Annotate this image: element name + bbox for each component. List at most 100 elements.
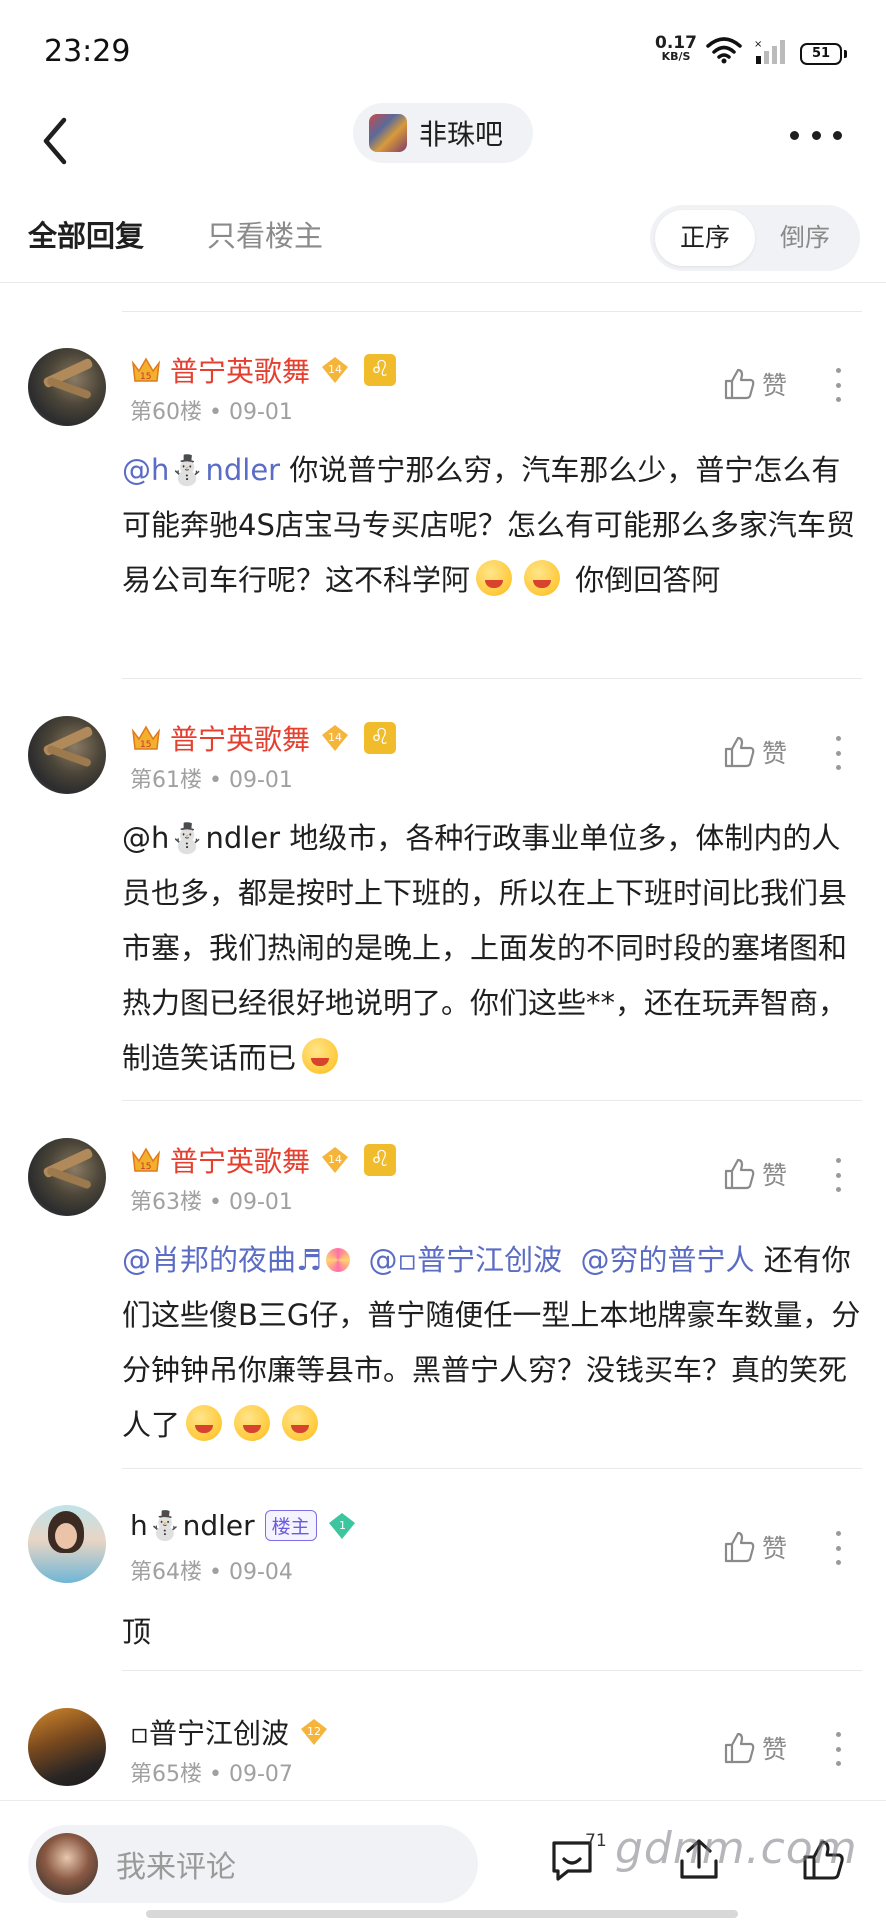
divider	[0, 282, 886, 283]
status-time: 23:29	[44, 34, 131, 69]
like-label: 赞	[762, 739, 788, 768]
svg-text:14: 14	[328, 363, 342, 376]
mention-link[interactable]: @穷的普宁人	[581, 1243, 755, 1277]
forum-thumbnail	[369, 114, 407, 152]
svg-text:15: 15	[140, 372, 151, 382]
emoji-icon	[302, 1038, 339, 1074]
sort-toggle: 正序 倒序	[650, 205, 860, 271]
forum-chip[interactable]: 非珠吧	[353, 103, 533, 163]
sort-descending-button[interactable]: 倒序	[755, 210, 855, 266]
post-meta: 第65楼 • 09-07	[130, 1762, 293, 1787]
divider	[122, 311, 862, 312]
username[interactable]: 普宁英歌舞	[170, 350, 310, 390]
level-badge-icon: 12	[300, 1719, 327, 1745]
wifi-icon	[706, 37, 742, 64]
avatar[interactable]	[28, 348, 106, 426]
floor-number: 第64楼	[130, 1560, 202, 1585]
post-menu-icon[interactable]	[834, 368, 842, 402]
tab-owner-only[interactable]: 只看楼主	[207, 213, 323, 255]
username[interactable]: h⛄ndler	[130, 1509, 255, 1542]
thumbs-up-icon	[724, 368, 755, 400]
crown-icon: 15	[131, 357, 161, 382]
bottom-bar: 我来评论 71 gdnm.com	[0, 1800, 886, 1920]
divider	[122, 1100, 862, 1101]
post-meta: 第60楼 • 09-01	[130, 400, 293, 425]
post-date: 09-01	[228, 400, 293, 425]
mention-link[interactable]: @h⛄ndler	[122, 453, 280, 487]
level-badge-icon: 1	[328, 1512, 355, 1539]
like-button[interactable]: 赞	[722, 366, 787, 402]
leo-badge-icon: ♌	[364, 1144, 397, 1176]
post-content: 顶	[122, 1605, 862, 1660]
emoji-icon	[524, 560, 561, 596]
watermark-text: gdnm.com	[615, 1823, 858, 1874]
emoji-icon	[282, 1405, 319, 1441]
post-text: 顶	[122, 1615, 152, 1649]
post-date: 09-04	[228, 1560, 293, 1585]
leo-badge-icon: ♌	[364, 354, 397, 386]
forum-name: 非珠吧	[419, 118, 504, 151]
status-bar: 23:29 0.17 KB/S × 51	[0, 0, 886, 100]
like-button[interactable]: 赞	[722, 1156, 787, 1192]
svg-text:×: ×	[754, 39, 762, 50]
avatar[interactable]	[28, 716, 106, 794]
divider	[122, 678, 862, 679]
floor-number: 第60楼	[130, 400, 202, 425]
like-label: 赞	[762, 1735, 788, 1764]
floor-number: 第63楼	[130, 1190, 202, 1215]
back-arrow-icon[interactable]	[36, 112, 76, 170]
network-speed-value: 0.17	[655, 33, 697, 53]
like-label: 赞	[762, 1534, 788, 1563]
like-button[interactable]: 赞	[722, 734, 787, 770]
like-button[interactable]: 赞	[722, 1730, 787, 1766]
battery-indicator: 51	[800, 43, 847, 65]
comment-count: 71	[585, 1831, 607, 1851]
crown-icon: 15	[131, 1147, 161, 1172]
post-menu-icon[interactable]	[834, 1732, 842, 1766]
post-menu-icon[interactable]	[834, 1531, 842, 1565]
floor-number: 第61楼	[130, 768, 202, 793]
mention-link[interactable]: @肖邦的夜曲♬	[122, 1243, 322, 1277]
post-menu-icon[interactable]	[834, 736, 842, 770]
network-speed: 0.17 KB/S	[652, 33, 700, 64]
cell-signal-icon: ×	[754, 39, 785, 64]
username[interactable]: ▫普宁江创波	[130, 1712, 289, 1752]
reply-tabs: 全部回复 只看楼主 正序 倒序	[0, 205, 886, 285]
post-date: 09-01	[228, 1190, 293, 1215]
svg-text:14: 14	[328, 731, 342, 744]
like-label: 赞	[762, 371, 788, 400]
avatar[interactable]	[28, 1708, 106, 1786]
username[interactable]: 普宁英歌舞	[170, 718, 310, 758]
divider	[122, 1468, 862, 1469]
username[interactable]: 普宁英歌舞	[170, 1140, 310, 1180]
avatar[interactable]	[28, 1138, 106, 1216]
home-indicator[interactable]	[146, 1910, 738, 1918]
comment-placeholder: 我来评论	[116, 1850, 236, 1885]
thumbs-up-icon	[724, 1732, 755, 1764]
thumbs-up-icon	[724, 736, 755, 768]
emoji-icon	[234, 1405, 271, 1441]
avatar[interactable]	[28, 1505, 106, 1583]
svg-text:12: 12	[307, 1725, 321, 1738]
post-content: @肖邦的夜曲♬ @▫普宁江创波 @穷的普宁人 还有你们这些傻B三G仔，普宁随便任…	[122, 1233, 862, 1453]
tab-all-replies[interactable]: 全部回复	[28, 213, 144, 255]
thread-owner-badge: 楼主	[264, 1510, 317, 1541]
post-meta: 第63楼 • 09-01	[130, 1190, 293, 1215]
post-text-tail: 你倒回答阿	[566, 563, 721, 597]
post-content: @h⛄ndler 你说普宁那么穷，汽车那么少，普宁怎么有可能奔驰4S店宝马专买店…	[122, 443, 862, 608]
post-date: 09-01	[228, 768, 293, 793]
sort-ascending-button[interactable]: 正序	[655, 210, 755, 266]
divider	[122, 1670, 862, 1671]
comment-input[interactable]: 我来评论	[28, 1825, 478, 1903]
level-badge-icon: 14	[322, 1147, 349, 1173]
level-badge-icon: 14	[322, 357, 349, 383]
my-avatar	[36, 1833, 98, 1895]
post-menu-icon[interactable]	[834, 1158, 842, 1192]
like-label: 赞	[762, 1161, 788, 1190]
mention-link[interactable]: @▫普宁江创波	[368, 1243, 562, 1277]
thumbs-up-icon	[724, 1158, 755, 1190]
like-button[interactable]: 赞	[722, 1529, 787, 1565]
more-options-icon[interactable]	[790, 127, 842, 143]
lollipop-icon	[326, 1248, 350, 1272]
thumbs-up-icon	[724, 1531, 755, 1563]
